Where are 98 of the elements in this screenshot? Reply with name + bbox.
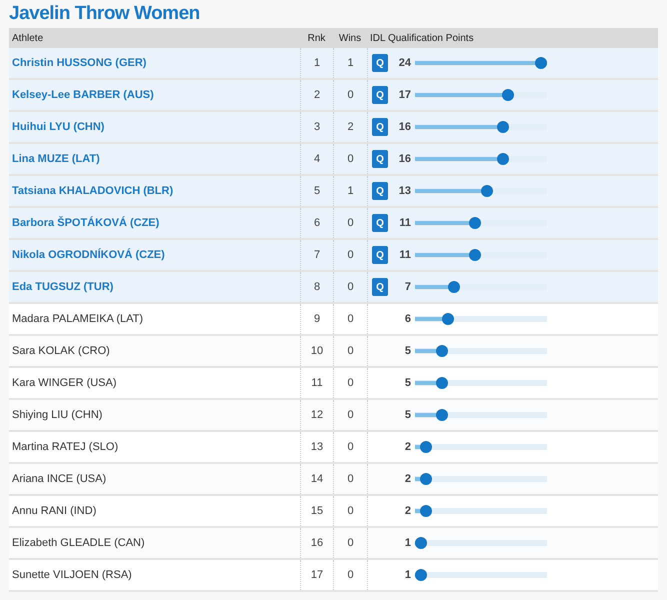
rank-cell: 5 [300, 176, 333, 206]
qualified-badge: Q [372, 118, 388, 136]
wins-cell: 1 [333, 176, 367, 206]
rank-cell: 4 [300, 144, 333, 174]
wins-cell: 2 [333, 112, 367, 142]
athlete-name: Elizabeth GLEADLE (CAN) [11, 536, 146, 551]
qualified-badge: Q [372, 150, 388, 168]
rank-cell: 1 [300, 48, 333, 78]
points-value: 2 [404, 440, 411, 455]
athlete-name: Annu RANI (IND) [11, 504, 98, 519]
athlete-name: Madara PALAMEIKA (LAT) [11, 312, 144, 327]
athlete-name: Martina RATEJ (SLO) [11, 440, 120, 455]
athlete-name[interactable]: Nikola OGRODNÍKOVÁ (CZE) [9, 246, 300, 264]
bar-marker [442, 313, 454, 325]
wins-cell: 0 [333, 528, 367, 558]
bar-marker [469, 217, 482, 229]
page-title: Javelin Throw Women [9, 2, 201, 26]
qualified-badge: Q [372, 86, 388, 104]
rank-cell: 9 [300, 304, 333, 334]
qualified-badge: Q [372, 246, 388, 264]
points-value: 2 [404, 504, 411, 519]
points-value: 13 [398, 184, 411, 199]
rank-cell: 13 [300, 432, 333, 462]
points-value: 17 [398, 88, 411, 103]
points-value: 1 [404, 536, 411, 551]
points-value: 11 [398, 216, 411, 231]
wins-cell: 0 [333, 432, 367, 462]
bar-marker [415, 569, 427, 581]
bar-marker [436, 345, 448, 357]
rank-cell: 7 [300, 240, 333, 270]
column-header: IDL Qualification Points [369, 32, 475, 46]
qualified-badge: Q [372, 182, 388, 200]
rank-cell: 17 [300, 560, 333, 590]
points-value: 6 [404, 312, 411, 327]
athlete-name[interactable]: Barbora ŠPOTÁKOVÁ (CZE) [9, 214, 300, 232]
rank-cell: 6 [300, 208, 333, 238]
points-value: 1 [404, 568, 411, 583]
wins-cell: 0 [333, 272, 367, 302]
athlete-name: Sara KOLAK (CRO) [11, 344, 111, 359]
wins-cell: 0 [333, 464, 367, 494]
qualified-badge: Q [372, 214, 388, 232]
column-header: Rnk [306, 32, 326, 46]
wins-cell: 0 [333, 560, 367, 590]
bar-marker [497, 121, 510, 133]
bar-marker [480, 185, 493, 197]
rank-cell: 12 [300, 400, 333, 430]
bar-marker [436, 409, 448, 421]
athlete-name[interactable]: Huihui LYU (CHN) [9, 118, 300, 136]
wins-cell: 0 [333, 240, 367, 270]
wins-cell: 0 [333, 496, 367, 526]
points-value: 11 [398, 248, 411, 263]
rank-cell: 8 [300, 272, 333, 302]
bar-marker [420, 505, 432, 517]
rank-cell: 11 [300, 368, 333, 398]
athlete-name: Kara WINGER (USA) [11, 376, 118, 391]
bar-marker [436, 377, 448, 389]
bar-marker [497, 153, 510, 165]
bar-marker [420, 441, 432, 453]
points-value: 5 [404, 376, 411, 391]
column-header: Athlete [11, 32, 44, 46]
points-value: 5 [404, 344, 411, 359]
bar-marker [448, 281, 460, 293]
points-value: 16 [398, 120, 411, 135]
rank-cell: 10 [300, 336, 333, 366]
wins-cell: 0 [333, 336, 367, 366]
wins-cell: 0 [333, 368, 367, 398]
wins-cell: 0 [333, 208, 367, 238]
athlete-name[interactable]: Kelsey-Lee BARBER (AUS) [9, 86, 300, 104]
wins-cell: 1 [333, 48, 367, 78]
athlete-name[interactable]: Eda TUGSUZ (TUR) [9, 278, 300, 296]
rank-cell: 15 [300, 496, 333, 526]
points-value: 7 [404, 280, 411, 295]
points-value: 2 [404, 472, 411, 487]
wins-cell: 0 [333, 304, 367, 334]
athlete-name[interactable]: Tatsiana KHALADOVICH (BLR) [9, 182, 300, 200]
wins-cell: 0 [333, 80, 367, 110]
athlete-name[interactable]: Christin HUSSONG (GER) [9, 54, 300, 72]
points-value: 16 [398, 152, 411, 167]
qualified-badge: Q [372, 278, 388, 296]
rank-cell: 2 [300, 80, 333, 110]
bar-marker [469, 249, 482, 261]
rank-cell: 3 [300, 112, 333, 142]
rank-cell: 16 [300, 528, 333, 558]
wins-cell: 0 [333, 144, 367, 174]
bar-marker [535, 57, 547, 69]
qualified-badge: Q [372, 54, 388, 72]
bar-marker [415, 537, 427, 549]
points-value: 24 [398, 56, 411, 71]
wins-cell: 0 [333, 400, 367, 430]
rank-cell: 14 [300, 464, 333, 494]
athlete-name: Ariana INCE (USA) [11, 472, 108, 487]
athlete-name[interactable]: Lina MUZE (LAT) [9, 150, 300, 168]
bar-marker [502, 89, 514, 101]
athlete-name: Shiying LIU (CHN) [11, 408, 104, 423]
column-header: Wins [338, 32, 362, 46]
points-value: 5 [404, 408, 411, 423]
bar-marker [420, 473, 432, 485]
athlete-name: Sunette VILJOEN (RSA) [11, 568, 133, 583]
